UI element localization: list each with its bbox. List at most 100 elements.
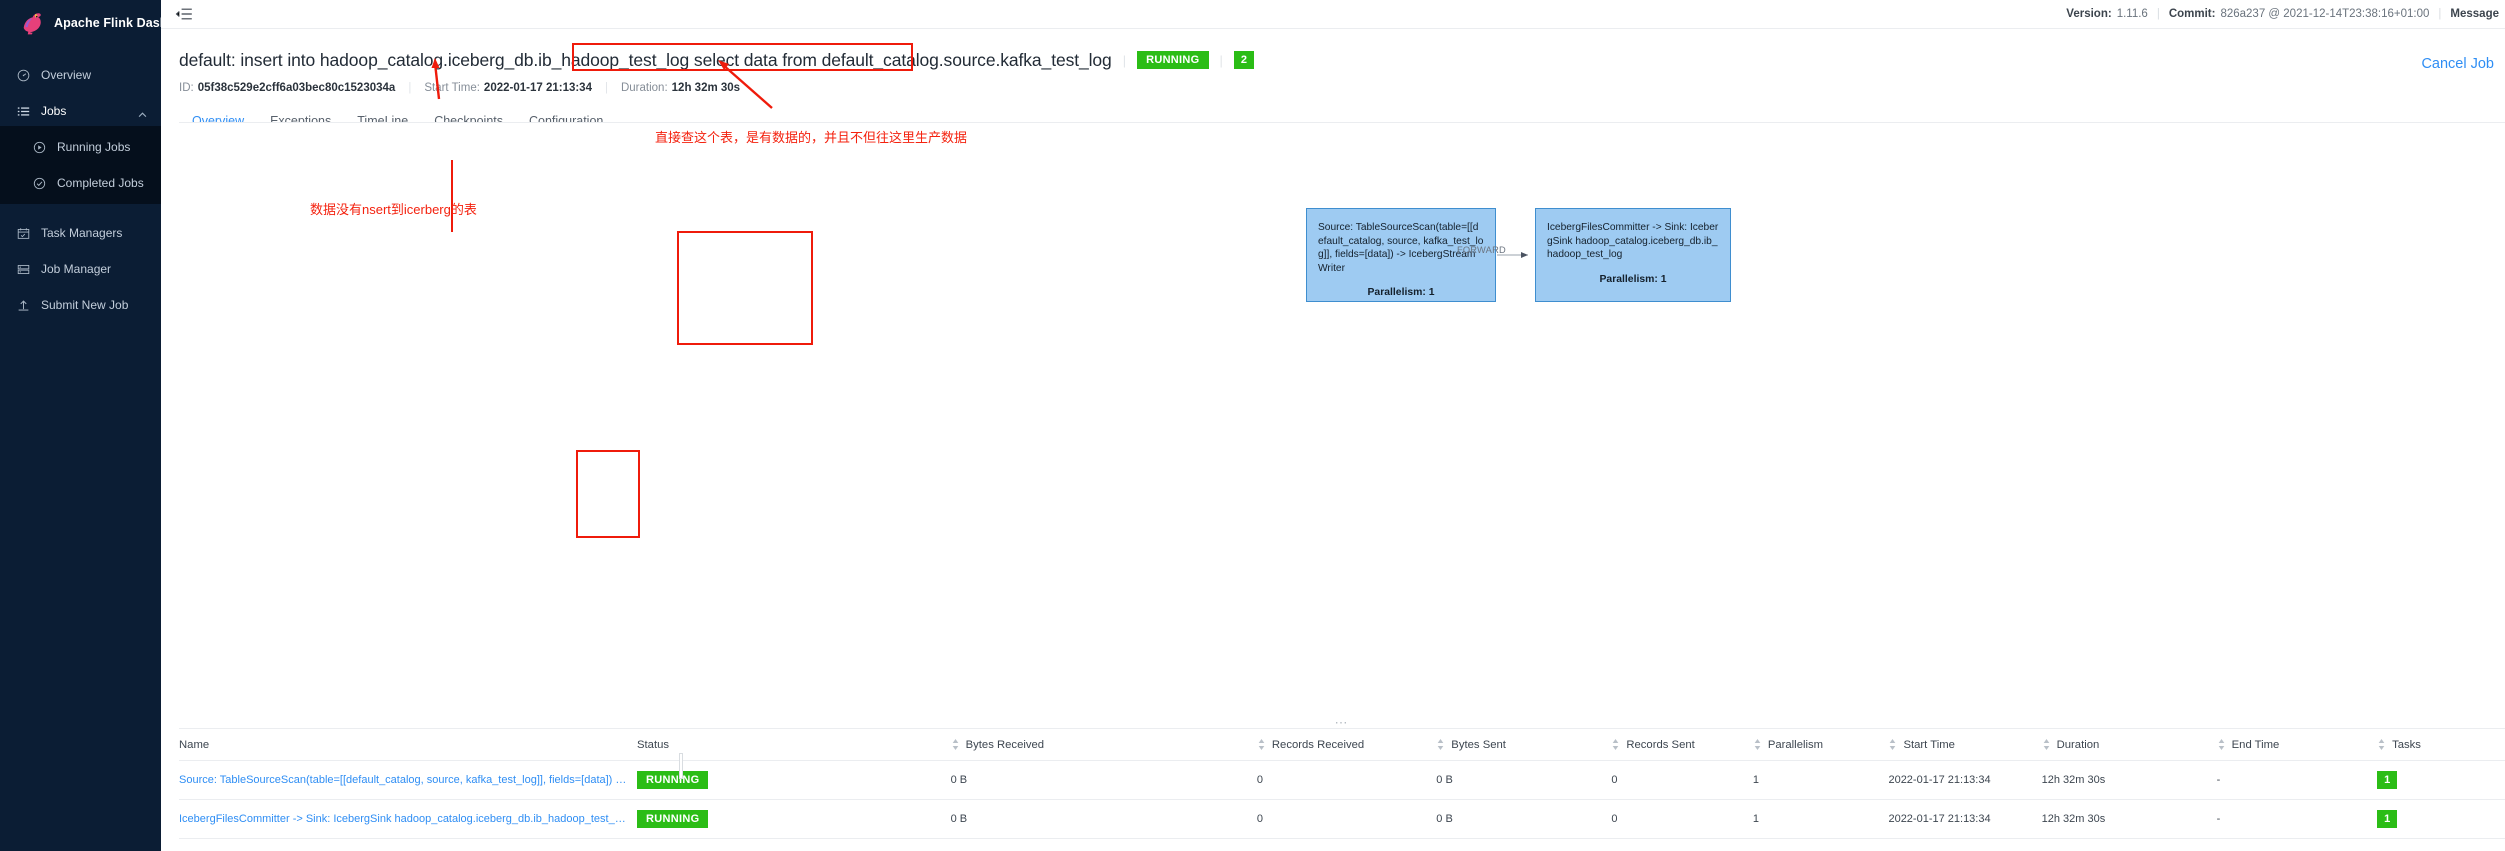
table-row[interactable]: Source: TableSourceScan(table=[[default_…: [179, 760, 2505, 800]
job-id-value: 05f38c529e2cff6a03bec80c1523034a: [197, 82, 396, 94]
sidebar-item-label: Submit New Job: [41, 298, 129, 312]
job-id-label: ID:: [179, 82, 194, 94]
column-header-tasks[interactable]: Tasks: [2377, 729, 2505, 761]
sidebar-item-submit-new-job[interactable]: Submit New Job: [0, 290, 161, 320]
sort-arrows-icon[interactable]: [1611, 738, 1620, 751]
table-row[interactable]: IcebergFilesCommitter -> Sink: IcebergSi…: [179, 799, 2505, 839]
cell-status: RUNNING: [637, 799, 951, 839]
job-title-row: default: insert into hadoop_catalog.iceb…: [179, 47, 2505, 73]
sidebar-item-running-jobs[interactable]: Running Jobs: [0, 132, 161, 162]
cell-tasks: 1: [2377, 799, 2505, 839]
cell-records-sent: 0: [1611, 760, 1753, 800]
tasks-badge: 1: [2377, 771, 2398, 789]
divider: |: [408, 82, 412, 94]
cell-duration: 12h 32m 30s: [2041, 799, 2217, 839]
sort-arrows-icon[interactable]: [951, 738, 960, 751]
graph-node-parallelism: Parallelism: 1: [1367, 287, 1435, 298]
version-value: 1.11.6: [2116, 8, 2148, 20]
cell-name[interactable]: IcebergFilesCommitter -> Sink: IcebergSi…: [179, 799, 637, 839]
sidebar-item-label: Task Managers: [41, 226, 123, 240]
cell-name[interactable]: Source: TableSourceScan(table=[[default_…: [179, 760, 637, 800]
graph-node-sink[interactable]: IcebergFilesCommitter -> Sink: IcebergSi…: [1535, 208, 1731, 302]
job-graph[interactable]: Source: TableSourceScan(table=[[default_…: [179, 123, 2505, 729]
column-label: Bytes Sent: [1451, 738, 1506, 751]
server-icon: [17, 263, 30, 276]
cell-records-received: 0: [1256, 760, 1437, 800]
column-label: Bytes Received: [965, 738, 1045, 751]
cell-end-time: -: [2216, 760, 2378, 800]
column-header-records-sent[interactable]: Records Sent: [1611, 729, 1753, 761]
sidebar-item-task-managers[interactable]: Task Managers: [0, 218, 161, 248]
flink-squirrel-logo-icon: [18, 10, 44, 36]
play-circle-icon: [33, 141, 46, 154]
column-header-duration[interactable]: Duration: [2041, 729, 2217, 761]
start-time-value: 2022-01-17 21:13:34: [483, 82, 592, 94]
column-resize-handle[interactable]: [679, 753, 683, 779]
column-label: Duration: [2056, 738, 2100, 751]
cell-records-sent: 0: [1611, 799, 1753, 839]
chevron-up-icon: [138, 107, 147, 121]
sort-arrows-icon[interactable]: [1257, 738, 1266, 751]
graph-resize-grip[interactable]: ⋯: [1335, 716, 1350, 729]
cell-start-time: 2022-01-17 21:13:34: [1888, 760, 2042, 800]
sort-arrows-icon[interactable]: [2042, 738, 2051, 751]
cell-records-received: 0: [1256, 799, 1437, 839]
flink-dashboard: Apache Flink Dashboard Overview Jobs Run…: [0, 0, 2505, 851]
top-bar: Version: 1.11.6 | Commit: 826a237 @ 2021…: [161, 0, 2505, 29]
sidebar-item-completed-jobs[interactable]: Completed Jobs: [0, 168, 161, 198]
upload-icon: [17, 299, 30, 312]
cell-duration: 12h 32m 30s: [2041, 760, 2217, 800]
column-label: Parallelism: [1767, 738, 1824, 751]
column-label: Tasks: [2392, 738, 2421, 751]
duration-label: Duration:: [620, 82, 668, 94]
column-header-records-received[interactable]: Records Received: [1256, 729, 1437, 761]
cancel-job-button[interactable]: Cancel Job: [2421, 56, 2494, 72]
gauge-icon: [17, 69, 30, 82]
graph-node-text: IcebergFilesCommitter -> Sink: IcebergSi…: [1547, 222, 1719, 260]
start-time-label: Start Time:: [424, 82, 480, 94]
divider: |: [1122, 52, 1127, 68]
sidebar-item-label: Job Manager: [41, 262, 112, 276]
divider: |: [2156, 8, 2160, 20]
table-body: Source: TableSourceScan(table=[[default_…: [179, 760, 2505, 839]
graph-node-source[interactable]: Source: TableSourceScan(table=[[default_…: [1306, 208, 1496, 302]
message-link[interactable]: Message: [2450, 8, 2499, 20]
column-header-parallelism[interactable]: Parallelism: [1752, 729, 1889, 761]
column-header-bytes-received[interactable]: Bytes Received: [950, 729, 1257, 761]
version-info: Version: 1.11.6 | Commit: 826a237 @ 2021…: [2066, 8, 2505, 20]
column-label: Records Sent: [1626, 738, 1695, 751]
cell-bytes-received: 0 B: [950, 799, 1257, 839]
cell-end-time: -: [2216, 799, 2378, 839]
version-label: Version:: [2066, 8, 2112, 20]
sidebar-jobs-subgroup: Running Jobs Completed Jobs: [0, 126, 161, 204]
subtasks-table-element: Name Status Bytes Received Records Recei…: [179, 729, 2505, 839]
column-header-start-time[interactable]: Start Time: [1888, 729, 2042, 761]
main-content: Version: 1.11.6 | Commit: 826a237 @ 2021…: [161, 0, 2505, 851]
column-header-name[interactable]: Name: [179, 729, 637, 761]
duration-value: 12h 32m 30s: [671, 82, 741, 94]
divider: |: [1219, 52, 1223, 68]
divider: |: [2438, 8, 2442, 20]
check-circle-icon: [33, 177, 46, 190]
brand[interactable]: Apache Flink Dashboard: [0, 0, 203, 46]
sort-arrows-icon[interactable]: [1753, 738, 1762, 751]
status-badge: RUNNING: [637, 810, 709, 828]
sort-arrows-icon[interactable]: [2217, 738, 2226, 751]
cell-tasks: 1: [2377, 760, 2505, 800]
sidebar-item-jobs[interactable]: Jobs: [0, 96, 161, 126]
column-header-status[interactable]: Status: [637, 729, 951, 761]
sidebar-item-overview[interactable]: Overview: [0, 60, 161, 90]
sort-arrows-icon[interactable]: [1888, 738, 1897, 751]
sidebar-item-label: Jobs: [41, 104, 67, 118]
column-label: Name: [179, 738, 210, 751]
sidebar-item-label: Running Jobs: [57, 140, 131, 154]
task-count-badge: 2: [1233, 51, 1255, 69]
column-header-end-time[interactable]: End Time: [2216, 729, 2378, 761]
sort-arrows-icon[interactable]: [2377, 738, 2386, 751]
sidebar: Apache Flink Dashboard Overview Jobs Run…: [0, 0, 203, 851]
cell-start-time: 2022-01-17 21:13:34: [1888, 799, 2042, 839]
sort-arrows-icon[interactable]: [1436, 738, 1445, 751]
column-header-bytes-sent[interactable]: Bytes Sent: [1436, 729, 1612, 761]
collapse-menu-icon[interactable]: [175, 5, 193, 23]
sidebar-item-job-manager[interactable]: Job Manager: [0, 254, 161, 284]
